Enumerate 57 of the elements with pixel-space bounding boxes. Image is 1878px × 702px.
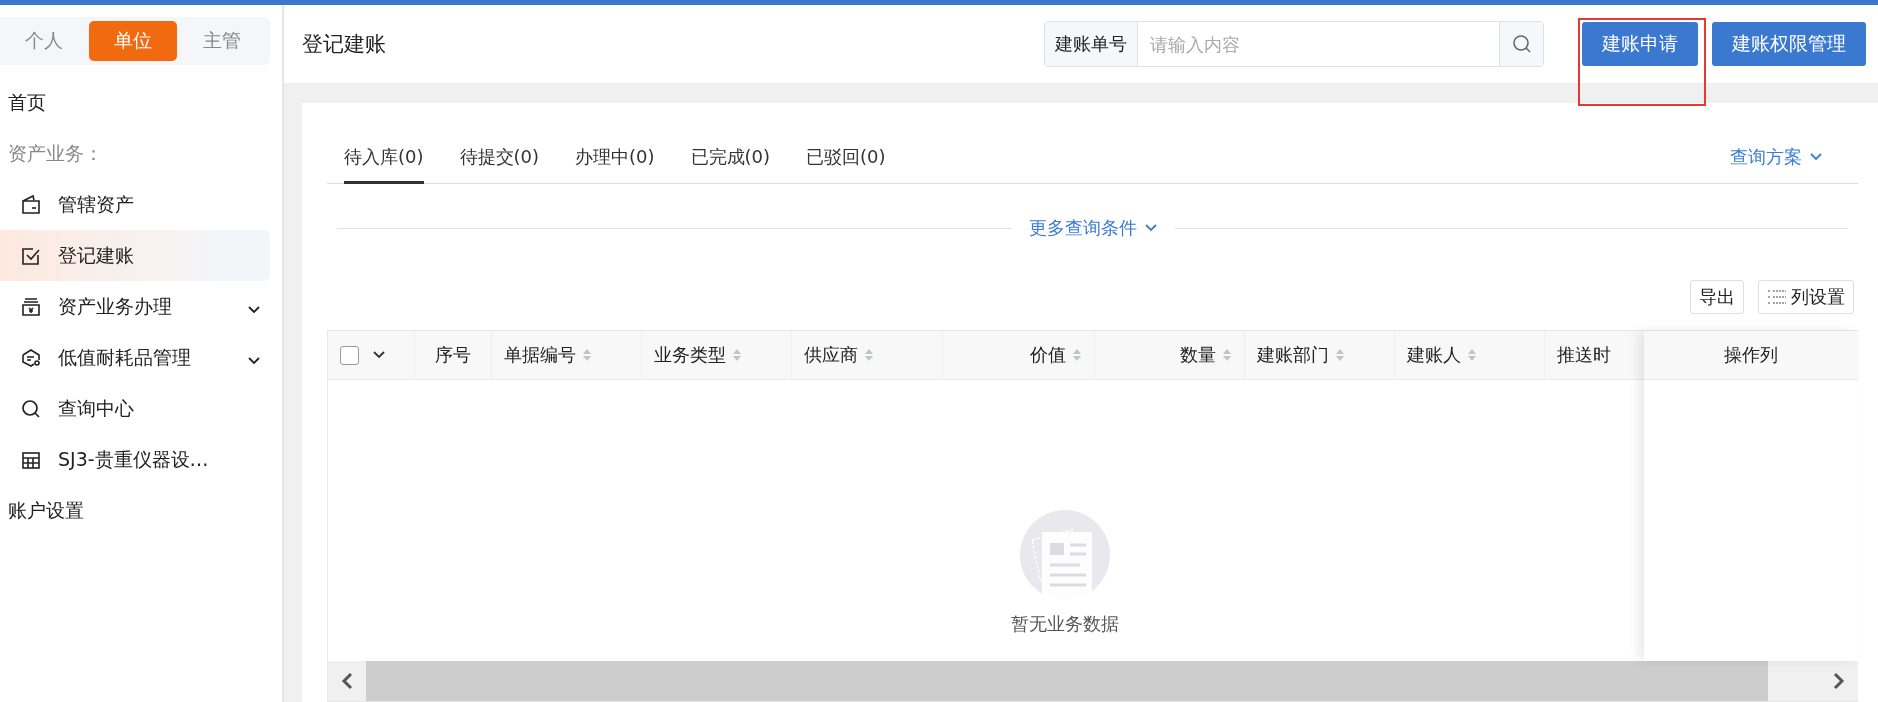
chevron-icon [248,305,260,314]
status-tab[interactable]: 待入库(0) [344,145,424,184]
chevron-icon [1810,153,1822,161]
export-button[interactable]: 导出 [1690,280,1744,314]
sort-icon[interactable] [1072,347,1082,363]
wallet-icon [20,193,42,216]
empty-document-icon [1020,510,1110,600]
column-title: 业务类型 [654,343,726,367]
menu-item[interactable]: 资产业务办理 [0,281,270,332]
search-label: 建账单号 [1045,22,1138,66]
menu-section-label: 资产业务： [7,140,104,166]
column-title: 供应商 [804,343,858,367]
select-all-checkbox[interactable] [340,345,359,365]
sort-icon[interactable] [582,347,592,363]
status-tab[interactable]: 已完成(0) [690,145,770,184]
empty-message: 暂无业务数据 [1011,612,1119,636]
menu-item[interactable]: 登记建账 [0,230,270,281]
list-icon [1767,289,1787,305]
status-tab[interactable]: 待提交(0) [459,145,539,184]
menu-item[interactable]: 管辖资产 [0,179,270,230]
search-button[interactable] [1499,22,1543,66]
column-title: 价值 [1030,343,1066,367]
sort-icon[interactable] [732,347,742,363]
status-tab[interactable]: 已驳回(0) [806,145,886,184]
chevron-right-icon [1833,672,1845,690]
menu-item[interactable]: 首页 [0,77,270,128]
column-title: 建账人 [1407,343,1461,367]
menu-item[interactable]: 账户设置 [0,485,270,536]
column-title: 建账部门 [1257,343,1329,367]
tag-icon [20,346,42,369]
chevron-icon [248,356,260,365]
column-title: 数量 [1180,343,1216,367]
fixed-column-header: 操作列 [1644,331,1858,380]
sort-icon[interactable] [1222,347,1232,363]
column-title: 单据编号 [504,343,576,367]
menu-item[interactable]: 查询中心 [0,383,270,434]
search-icon [20,397,42,420]
status-tab[interactable]: 办理中(0) [575,145,655,184]
menu-item[interactable]: 低值耐耗品管理 [0,332,270,383]
header-button[interactable]: 建账申请 [1582,22,1698,66]
chevron-left-icon [341,672,353,690]
column-title: 序号 [435,343,471,367]
query-scheme-dropdown[interactable]: 查询方案 [1724,144,1828,183]
menu-item[interactable]: SJ3-贵重仪器设… [0,434,270,485]
column-title: 推送时 [1557,343,1611,367]
search-icon [1511,34,1532,54]
cashbox-icon [20,295,42,318]
page-title: 登记建账 [302,31,387,58]
header-button[interactable]: 建账权限管理 [1712,22,1866,66]
search-field[interactable]: 建账单号 请输入内容 [1044,21,1544,67]
sort-icon[interactable] [864,347,874,363]
chevron-icon [1144,224,1157,232]
sort-icon[interactable] [1335,347,1345,363]
chevron-icon [373,351,385,359]
column-settings-button[interactable]: 列设置 [1758,280,1854,314]
sort-icon[interactable] [1467,347,1477,363]
more-conditions-toggle[interactable]: 更多查询条件 [1022,215,1163,241]
